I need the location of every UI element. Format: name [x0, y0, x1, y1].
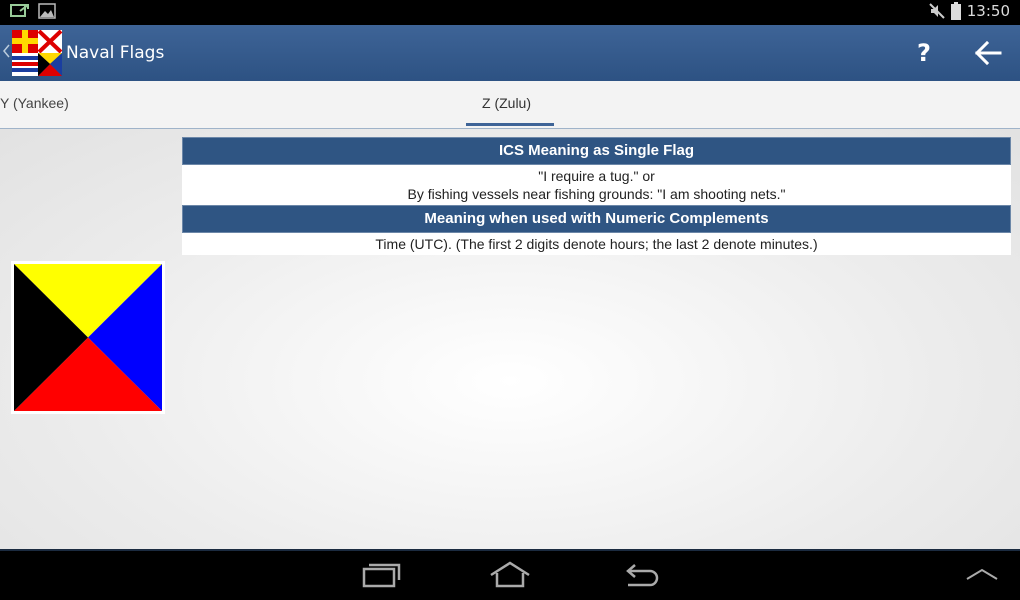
numeric-complements-header: Meaning when used with Numeric Complemen…: [182, 205, 1011, 233]
numeric-complements-text: Time (UTC). (The first 2 digits denote h…: [182, 233, 1011, 255]
app-up-button[interactable]: [2, 30, 63, 78]
home-icon: [490, 561, 530, 588]
zulu-flag-icon: [14, 264, 162, 411]
battery-icon: [950, 2, 961, 20]
content-area: ICS Meaning as Single Flag "I require a …: [0, 129, 1020, 549]
tab-z-zulu[interactable]: Z (Zulu): [482, 95, 531, 111]
tab-y-yankee[interactable]: Y (Yankee): [0, 95, 69, 111]
menu-up-button[interactable]: [960, 559, 1004, 591]
mute-icon: [929, 3, 945, 19]
home-button[interactable]: [488, 559, 532, 591]
single-flag-meaning-text: "I require a tug." or By fishing vessels…: [182, 165, 1011, 205]
status-bar: 13:50: [0, 0, 1020, 25]
screen-share-icon: [10, 4, 29, 17]
help-button[interactable]: ?: [906, 35, 942, 71]
naval-flags-logo-icon: [12, 30, 63, 76]
action-bar: Naval Flags ?: [0, 25, 1020, 81]
single-flag-meaning-line2: By fishing vessels near fishing grounds:…: [407, 186, 786, 202]
meaning-table: ICS Meaning as Single Flag "I require a …: [182, 137, 1011, 255]
back-arrow-icon: [626, 564, 659, 587]
gallery-icon: [38, 3, 56, 19]
system-nav-bar: [0, 549, 1020, 600]
tabs-bar: Y (Yankee) Z (Zulu): [0, 81, 1020, 129]
status-time: 13:50: [966, 2, 1010, 20]
arrow-left-icon: [974, 40, 1002, 66]
single-flag-meaning-line1: "I require a tug." or: [538, 168, 655, 184]
system-back-button[interactable]: [618, 559, 662, 591]
single-flag-meaning-header: ICS Meaning as Single Flag: [182, 137, 1011, 165]
recent-apps-icon: [362, 563, 401, 588]
app-title: Naval Flags: [66, 43, 165, 63]
tab-selected-indicator: [466, 123, 554, 126]
back-button[interactable]: [968, 35, 1008, 71]
up-caret-icon: [3, 44, 10, 58]
chevron-up-icon: [966, 568, 998, 580]
recent-apps-button[interactable]: [360, 559, 404, 591]
flag-image-frame: [11, 261, 165, 414]
